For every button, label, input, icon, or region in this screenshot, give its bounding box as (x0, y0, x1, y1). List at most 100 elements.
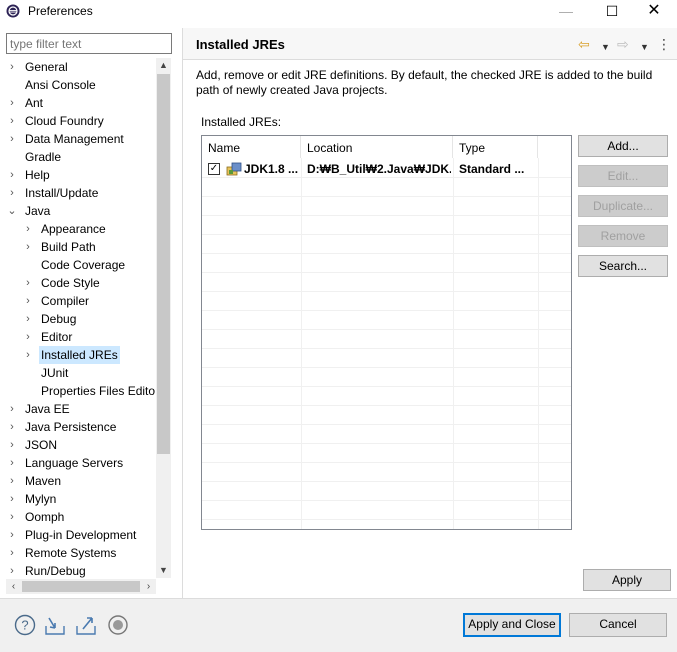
apply-and-close-button[interactable]: Apply and Close (463, 613, 561, 637)
forward-arrow-icon[interactable]: ⇨ (617, 35, 629, 53)
tree-item[interactable]: › Debug (6, 310, 156, 328)
tree-item[interactable]: Properties Files Edito (6, 382, 156, 400)
tree-item[interactable]: › Build Path (6, 238, 156, 256)
chevron-right-icon[interactable]: › (6, 94, 18, 112)
tree-item-label: Java (25, 204, 51, 218)
empty-table-row (202, 255, 571, 273)
table-row[interactable]: ✓ JDK1.8 ... D:₩B_Util₩2.Java₩JDK... Sta… (202, 160, 571, 178)
tree-item-label: Data Management (25, 132, 124, 146)
chevron-right-icon[interactable]: › (6, 454, 18, 472)
tree-item[interactable]: Gradle (6, 148, 156, 166)
help-icon[interactable]: ? (14, 614, 36, 636)
tree-item[interactable]: › Compiler (6, 292, 156, 310)
duplicate-button[interactable]: Duplicate... (578, 195, 668, 217)
tree-item[interactable]: › Help (6, 166, 156, 184)
tree-item[interactable]: › Code Style (6, 274, 156, 292)
maximize-button[interactable]: ☐ (589, 0, 635, 22)
filter-input[interactable] (6, 33, 172, 54)
chevron-right-icon[interactable]: › (6, 562, 18, 578)
tree-item-label: Run/Debug (25, 564, 86, 578)
tree-item[interactable]: › Java Persistence (6, 418, 156, 436)
tree-item[interactable]: › Data Management (6, 130, 156, 148)
chevron-right-icon[interactable]: › (22, 274, 34, 292)
tree-item-label: Appearance (41, 222, 106, 236)
chevron-right-icon[interactable]: › (6, 490, 18, 508)
scroll-left-icon[interactable]: ‹ (6, 579, 21, 594)
column-header-location[interactable]: Location (301, 136, 453, 158)
tree-item[interactable]: Code Coverage (6, 256, 156, 274)
tree-item[interactable]: › Language Servers (6, 454, 156, 472)
cancel-button[interactable]: Cancel (569, 613, 667, 637)
chevron-right-icon[interactable]: › (6, 112, 18, 130)
chevron-right-icon[interactable]: › (6, 544, 18, 562)
column-header-type[interactable]: Type (453, 136, 538, 158)
add-button[interactable]: Add... (578, 135, 668, 157)
chevron-right-icon[interactable]: › (22, 328, 34, 346)
forward-dropdown-icon[interactable]: ▼ (640, 38, 649, 56)
close-button[interactable]: ✕ (631, 0, 677, 22)
chevron-right-icon[interactable]: › (6, 184, 18, 202)
chevron-right-icon[interactable]: › (22, 292, 34, 310)
tree-item[interactable]: › Appearance (6, 220, 156, 238)
chevron-right-icon[interactable]: › (6, 166, 18, 184)
tree-vertical-scrollbar[interactable]: ▲ ▼ (156, 58, 171, 578)
chevron-right-icon[interactable]: › (22, 346, 34, 364)
scroll-down-icon[interactable]: ▼ (156, 563, 171, 578)
edit-button[interactable]: Edit... (578, 165, 668, 187)
chevron-right-icon[interactable]: › (6, 58, 18, 76)
chevron-right-icon[interactable]: › (22, 220, 34, 238)
tree-item[interactable]: › Oomph (6, 508, 156, 526)
tree-item[interactable]: › Mylyn (6, 490, 156, 508)
empty-table-row (202, 312, 571, 330)
scroll-thumb-horizontal[interactable] (22, 581, 140, 592)
tree-item[interactable]: › Maven (6, 472, 156, 490)
chevron-right-icon[interactable]: › (22, 238, 34, 256)
back-arrow-icon[interactable]: ⇦ (578, 35, 590, 53)
chevron-right-icon[interactable]: › (6, 400, 18, 418)
default-jre-checkbox[interactable]: ✓ (208, 163, 220, 175)
view-menu-icon[interactable]: ⋮ (657, 35, 671, 53)
tree-item[interactable]: › Run/Debug (6, 562, 156, 578)
search-button[interactable]: Search... (578, 255, 668, 277)
empty-table-row (202, 464, 571, 482)
tree-item[interactable]: ⌄ Java (6, 202, 156, 220)
dialog-footer: ? Apply and Close Cancel (0, 598, 677, 652)
tree-item[interactable]: JUnit (6, 364, 156, 382)
tree-item[interactable]: › Java EE (6, 400, 156, 418)
tree-item[interactable]: › Editor (6, 328, 156, 346)
tree-item[interactable]: › Remote Systems (6, 544, 156, 562)
back-dropdown-icon[interactable]: ▼ (601, 38, 610, 56)
chevron-right-icon[interactable]: › (6, 130, 18, 148)
scroll-right-icon[interactable]: › (141, 579, 156, 594)
empty-table-row (202, 179, 571, 197)
export-icon[interactable] (75, 614, 97, 636)
tree-item[interactable]: › General (6, 58, 156, 76)
svg-text:?: ? (21, 618, 28, 633)
tree-item[interactable]: › Installed JREs (6, 346, 156, 364)
record-icon[interactable] (107, 614, 129, 636)
import-icon[interactable] (44, 614, 66, 636)
chevron-down-icon[interactable]: ⌄ (6, 202, 18, 220)
chevron-right-icon[interactable]: › (6, 526, 18, 544)
chevron-right-icon[interactable]: › (22, 310, 34, 328)
tree-horizontal-scrollbar[interactable]: ‹ › (6, 579, 156, 594)
tree-item[interactable]: › Install/Update (6, 184, 156, 202)
tree-item[interactable]: Ansi Console (6, 76, 156, 94)
empty-table-row (202, 293, 571, 311)
tree-item-label: Gradle (25, 150, 62, 164)
column-header-name[interactable]: Name (202, 136, 301, 158)
tree-item[interactable]: › Cloud Foundry (6, 112, 156, 130)
scroll-up-icon[interactable]: ▲ (156, 58, 171, 73)
remove-button[interactable]: Remove (578, 225, 668, 247)
tree-item-label: JUnit (41, 366, 69, 380)
scroll-thumb[interactable] (157, 74, 170, 454)
chevron-right-icon[interactable]: › (6, 472, 18, 490)
tree-item[interactable]: › JSON (6, 436, 156, 454)
apply-button[interactable]: Apply (583, 569, 671, 591)
tree-item[interactable]: › Ant (6, 94, 156, 112)
chevron-right-icon[interactable]: › (6, 508, 18, 526)
tree-item[interactable]: › Plug-in Development (6, 526, 156, 544)
chevron-right-icon[interactable]: › (6, 418, 18, 436)
chevron-right-icon[interactable]: › (6, 436, 18, 454)
minimize-button[interactable]: — (543, 0, 589, 22)
